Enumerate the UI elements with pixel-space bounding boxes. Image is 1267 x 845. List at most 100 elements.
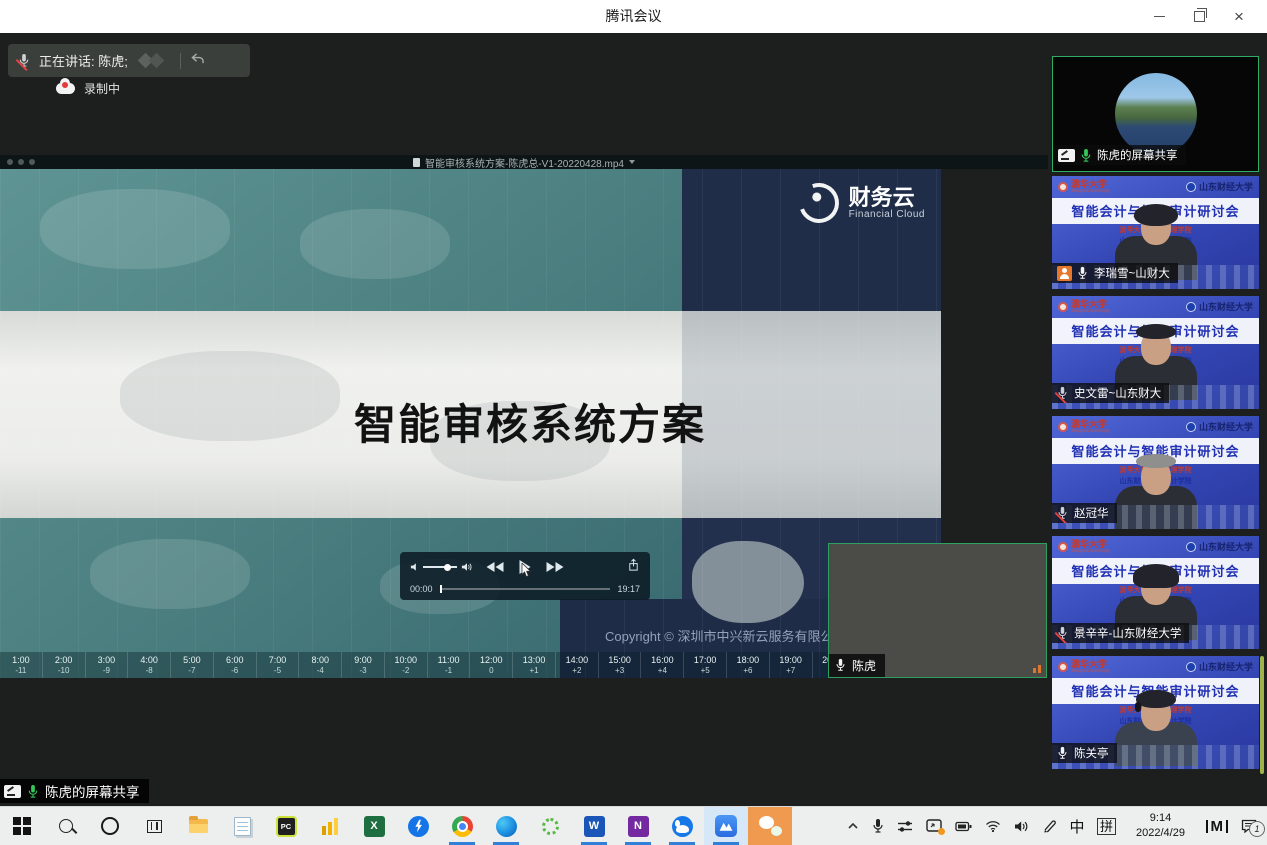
timezone-cell: 16:00+4 <box>641 652 684 678</box>
timezone-cell: 8:00-4 <box>299 652 342 678</box>
tsinghua-emblem-icon <box>1058 662 1068 672</box>
volume-control[interactable] <box>410 562 473 572</box>
cloud-recording-icon <box>56 83 75 94</box>
participant-tile-screen-share[interactable]: 陈虎的屏幕共享 <box>1052 56 1259 172</box>
taskbar-file-explorer[interactable] <box>176 807 220 845</box>
wechat-icon <box>759 816 782 836</box>
tray-expand-chevron-icon[interactable] <box>847 822 859 830</box>
onenote-icon: N <box>628 816 649 837</box>
timezone-cell: 13:00+1 <box>513 652 556 678</box>
tsinghua-logo: 清华大学 Tsinghua University <box>1058 540 1110 554</box>
taskbar-ring-app[interactable] <box>528 807 572 845</box>
tray-volume-icon[interactable] <box>1014 820 1029 833</box>
notification-center-button[interactable]: 1 <box>1241 819 1257 833</box>
participant-tile[interactable]: 清华大学 Tsinghua University 山东财经大学 智能会计与智能审… <box>1052 536 1259 649</box>
share-export-button[interactable] <box>627 558 640 577</box>
reply-arrow-icon[interactable] <box>190 52 205 70</box>
sdufe-name: 山东财经大学 <box>1199 420 1253 433</box>
screen-share-icon <box>1058 149 1075 162</box>
ime-mode-indicator[interactable]: 拼 <box>1097 818 1115 835</box>
tray-wifi-icon[interactable] <box>985 820 1001 832</box>
meeting-watermark-logo <box>137 53 171 69</box>
volume-slider[interactable] <box>423 566 457 568</box>
sdufe-logo: 山东财经大学 <box>1186 660 1253 674</box>
sidebar-scrollbar[interactable] <box>1260 656 1264 774</box>
restore-button[interactable] <box>1179 2 1219 32</box>
taskbar-edge[interactable] <box>484 807 528 845</box>
tray-clock[interactable]: 9:14 2022/4/29 <box>1129 811 1193 841</box>
excel-icon: X <box>364 816 385 837</box>
mouse-cursor <box>521 563 532 583</box>
mic-on-icon <box>27 784 39 799</box>
participant-label: 史文雷~山东财大 <box>1052 383 1169 403</box>
sdufe-logo: 山东财经大学 <box>1186 300 1253 314</box>
timezone-cell: 1:00-11 <box>0 652 43 678</box>
participant-label: 李瑞雪~山财大 <box>1052 263 1178 283</box>
tencent-meeting-icon <box>715 815 737 837</box>
tsinghua-name-en: Tsinghua University <box>1071 309 1110 314</box>
participant-tile[interactable]: 清华大学 Tsinghua University 山东财经大学 智能会计与智能审… <box>1052 416 1259 529</box>
taskbar-notepad[interactable] <box>220 807 264 845</box>
participant-tile[interactable]: 清华大学 Tsinghua University 山东财经大学 智能会计与智能审… <box>1052 656 1259 769</box>
chevron-down-icon[interactable] <box>629 160 635 164</box>
participant-label: 陈虎的屏幕共享 <box>1053 145 1186 165</box>
participant-name: 史文雷~山东财大 <box>1074 385 1161 401</box>
fast-forward-button[interactable] <box>547 562 564 572</box>
video-player-titlebar: 智能审核系统方案-陈虎总-V1-20220428.mp4 <box>0 155 1048 169</box>
taskbar-lightning-app[interactable] <box>396 807 440 845</box>
volume-high-icon <box>461 562 473 572</box>
system-tray: 中 拼 9:14 2022/4/29 M 1 <box>847 811 1267 841</box>
player-window-dots[interactable] <box>7 159 35 165</box>
tray-time: 9:14 <box>1129 811 1193 826</box>
tsinghua-name-en: Tsinghua University <box>1071 429 1110 434</box>
taskbar-excel[interactable]: X <box>352 807 396 845</box>
screen-share-chip: 陈虎的屏幕共享 <box>0 779 149 803</box>
taskbar-start-button[interactable] <box>0 807 44 845</box>
document-icon <box>413 158 420 167</box>
rewind-button[interactable] <box>487 562 504 572</box>
timezone-cell: 3:00-9 <box>86 652 129 678</box>
participant-tile[interactable]: 清华大学 Tsinghua University 山东财经大学 智能会计与智能审… <box>1052 176 1259 289</box>
tray-battery-icon[interactable] <box>955 821 972 832</box>
taskbar-cortana-button[interactable] <box>88 807 132 845</box>
recording-indicator[interactable]: 录制中 <box>56 80 120 97</box>
close-button[interactable]: × <box>1219 2 1259 32</box>
timezone-cell: 17:00+5 <box>684 652 727 678</box>
minimize-button[interactable] <box>1139 2 1179 32</box>
timezone-strip: 1:00-112:00-103:00-94:00-85:00-76:00-67:… <box>0 652 941 678</box>
notification-count-badge: 1 <box>1249 821 1265 837</box>
tray-screen-notification-icon[interactable] <box>926 819 942 833</box>
progress-bar[interactable] <box>440 588 611 590</box>
tray-mixer-icon[interactable] <box>897 820 913 833</box>
tray-microphone-icon[interactable] <box>872 818 884 834</box>
taskbar-word[interactable]: W <box>572 807 616 845</box>
speaking-label: 正在讲话: 陈虎; <box>39 51 128 70</box>
presenter-camera-overlay[interactable]: 陈虎 <box>828 543 1047 678</box>
timezone-cell: 14:00+2 <box>556 652 599 678</box>
timezone-cell: 11:00-1 <box>428 652 471 678</box>
financial-cloud-logo: 财务云 Financial Cloud <box>799 183 925 223</box>
taskbar-pycharm[interactable]: PC <box>264 807 308 845</box>
taskbar-onenote[interactable]: N <box>616 807 660 845</box>
participant-name: 陈关亭 <box>1074 745 1109 761</box>
window-title: 腾讯会议 <box>0 0 1267 33</box>
taskbar-search-button[interactable] <box>44 807 88 845</box>
shared-video-frame[interactable]: 智能审核系统方案 财务云 Financial Cloud Copyright ©… <box>0 169 941 678</box>
member-badge-icon <box>1057 266 1072 281</box>
participant-tile[interactable]: 清华大学 Tsinghua University 山东财经大学 智能会计与智能审… <box>1052 296 1259 409</box>
ime-language-indicator[interactable]: 中 <box>1069 816 1084 837</box>
taskbar-browser-app[interactable] <box>660 807 704 845</box>
cortana-icon <box>101 817 119 835</box>
taskbar-chrome[interactable] <box>440 807 484 845</box>
mic-icon <box>1077 266 1089 281</box>
edge-icon <box>496 816 517 837</box>
tray-pen-icon[interactable] <box>1042 819 1056 833</box>
sdufe-logo: 山东财经大学 <box>1186 420 1253 434</box>
taskbar-wechat[interactable] <box>748 807 792 845</box>
tsinghua-name-en: Tsinghua University <box>1071 189 1110 194</box>
taskbar-tencent-meeting[interactable] <box>704 807 748 845</box>
taskbar-power-bi[interactable] <box>308 807 352 845</box>
taskbar-task-view-button[interactable] <box>132 807 176 845</box>
brand-mark-icon[interactable]: M <box>1206 820 1229 833</box>
sdufe-name: 山东财经大学 <box>1199 540 1253 553</box>
